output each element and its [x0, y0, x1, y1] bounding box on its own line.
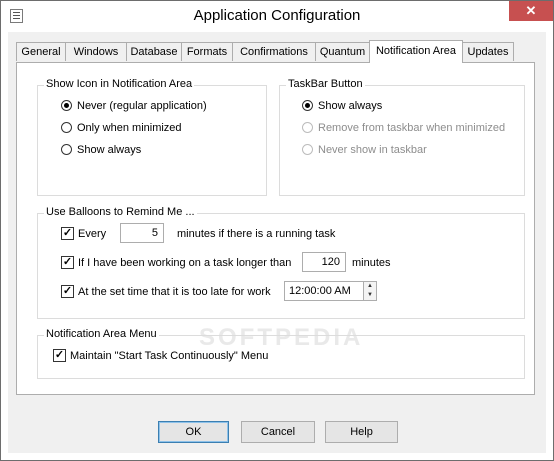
configuration-window: Application Configuration ✕ General Wind…: [0, 0, 554, 461]
checkbox-every-box[interactable]: ✓: [61, 227, 74, 240]
title-bar[interactable]: Application Configuration ✕: [1, 1, 553, 31]
checkbox-maintain-menu-box[interactable]: ✓: [53, 349, 66, 362]
tab-windows[interactable]: Windows: [65, 42, 127, 61]
radio-indicator[interactable]: [61, 100, 72, 111]
checkbox-working-longer-box[interactable]: ✓: [61, 256, 74, 269]
radio-indicator[interactable]: [61, 122, 72, 133]
working-suffix-text: minutes: [352, 257, 391, 269]
radio-show-always-icon-label: Show always: [77, 144, 142, 156]
tab-updates[interactable]: Updates: [462, 42, 514, 61]
tab-quantum[interactable]: Quantum: [315, 42, 370, 61]
tab-formats[interactable]: Formats: [181, 42, 233, 61]
taskbar-button-group-title: TaskBar Button: [286, 78, 365, 90]
spin-down-icon[interactable]: ▼: [364, 291, 376, 300]
show-icon-group-title: Show Icon in Notification Area: [44, 78, 195, 90]
notification-menu-group: Notification Area Menu ✓ Maintain "Start…: [37, 328, 525, 379]
working-minutes-input[interactable]: 120: [302, 252, 346, 272]
checkbox-every-label: Every: [78, 228, 107, 240]
balloons-group: Use Balloons to Remind Me ... ✓ Every 5 …: [37, 206, 525, 319]
ok-button[interactable]: OK: [158, 421, 229, 443]
cancel-button[interactable]: Cancel: [241, 421, 315, 443]
window-title: Application Configuration: [193, 7, 361, 24]
checkbox-too-late-box[interactable]: ✓: [61, 285, 74, 298]
tab-notification-area[interactable]: Notification Area: [369, 40, 463, 63]
checkbox-maintain-menu-label: Maintain "Start Task Continuously" Menu: [70, 350, 269, 362]
dialog-body: General Windows Database Formats Confirm…: [8, 32, 546, 453]
radio-taskbar-show-always-label: Show always: [318, 100, 383, 112]
close-button[interactable]: ✕: [509, 1, 553, 21]
taskbar-button-group: TaskBar Button Show always Remove from t…: [279, 78, 525, 196]
radio-indicator[interactable]: [61, 144, 72, 155]
tab-confirmations[interactable]: Confirmations: [232, 42, 316, 61]
every-suffix-text: minutes if there is a running task: [177, 228, 336, 240]
radio-indicator: [302, 144, 313, 155]
spin-up-icon[interactable]: ▲: [364, 282, 376, 291]
late-time-input[interactable]: 12:00:00 AM: [284, 281, 364, 301]
help-button[interactable]: Help: [325, 421, 398, 443]
tab-general[interactable]: General: [16, 42, 66, 61]
radio-remove-from-taskbar-label: Remove from taskbar when minimized: [318, 122, 506, 134]
radio-never-label: Never (regular application): [77, 100, 207, 112]
radio-indicator[interactable]: [302, 100, 313, 111]
balloons-group-title: Use Balloons to Remind Me ...: [44, 206, 197, 218]
checkbox-working-longer-label: If I have been working on a task longer …: [78, 257, 292, 269]
radio-indicator: [302, 122, 313, 133]
time-spinner[interactable]: ▲ ▼: [363, 281, 377, 301]
tab-database[interactable]: Database: [126, 42, 182, 61]
radio-only-when-minimized-label: Only when minimized: [77, 122, 182, 134]
notification-area-panel: SOFTPEDIA Show Icon in Notification Area…: [16, 62, 535, 395]
notification-menu-group-title: Notification Area Menu: [44, 328, 159, 340]
radio-never-show-taskbar-label: Never show in taskbar: [318, 144, 427, 156]
checkbox-too-late-label: At the set time that it is too late for …: [78, 286, 271, 298]
show-icon-group: Show Icon in Notification Area Never (re…: [37, 78, 267, 196]
every-minutes-input[interactable]: 5: [120, 223, 164, 243]
